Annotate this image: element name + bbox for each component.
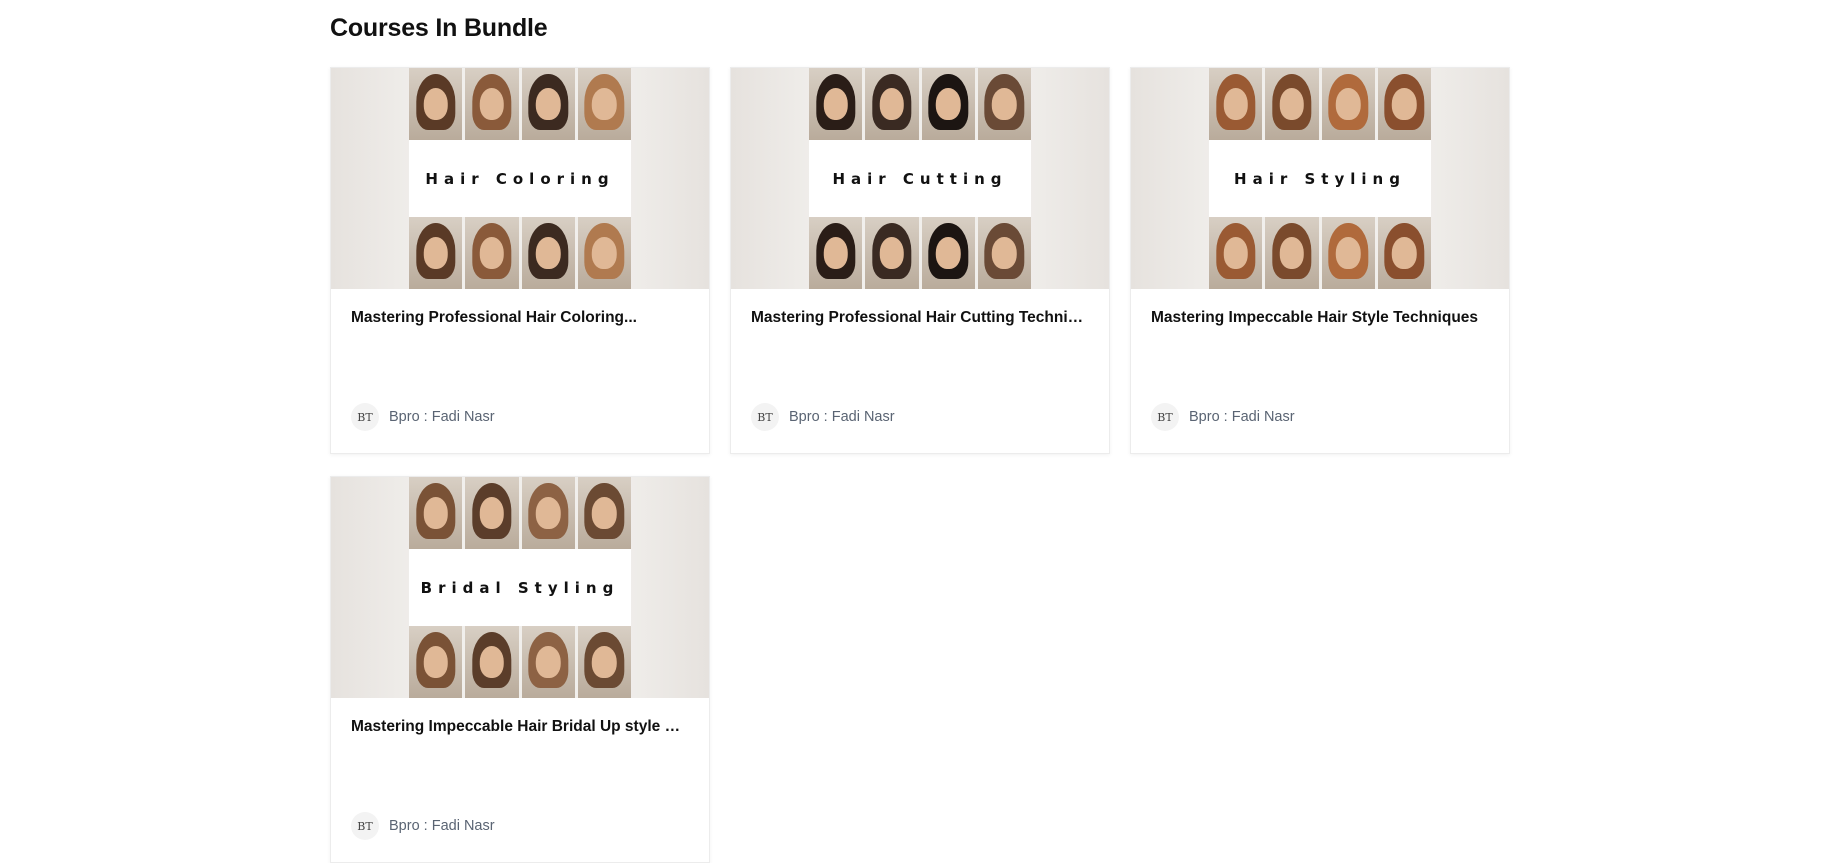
photo-tile	[1209, 68, 1263, 140]
thumbnail-label: Bridal Styling	[420, 578, 620, 597]
photo-tile	[409, 68, 463, 140]
course-author: BT Bpro : Fadi Nasr	[751, 403, 895, 431]
photo-tile	[1321, 217, 1375, 289]
photo-tile	[521, 626, 575, 698]
course-author: BT Bpro : Fadi Nasr	[351, 403, 495, 431]
course-card[interactable]: Hair Styling Mastering Impeccable Hair S…	[1130, 67, 1510, 454]
avatar: BT	[1151, 403, 1179, 431]
course-title[interactable]: Mastering Professional Hair Coloring...	[351, 309, 689, 327]
photo-tile	[921, 68, 975, 140]
photo-tile	[1265, 217, 1319, 289]
avatar: BT	[351, 812, 379, 840]
course-title[interactable]: Mastering Professional Hair Cutting Tech…	[751, 309, 1089, 327]
photo-tile	[465, 68, 519, 140]
photo-tile	[521, 217, 575, 289]
photo-tile	[1377, 217, 1431, 289]
photo-tile	[409, 626, 463, 698]
course-author: BT Bpro : Fadi Nasr	[351, 812, 495, 840]
collage: Hair Cutting	[809, 68, 1031, 289]
thumbnail-label: Hair Coloring	[425, 169, 615, 188]
photo-tile	[409, 217, 463, 289]
photo-tile	[465, 477, 519, 549]
photo-tile	[521, 477, 575, 549]
course-card[interactable]: Hair Coloring Mastering Professional Hai…	[330, 67, 710, 454]
photo-tile	[577, 217, 631, 289]
photo-tile	[865, 68, 919, 140]
thumbnail-label: Hair Cutting	[832, 169, 1008, 188]
course-thumbnail[interactable]: Hair Styling	[1131, 68, 1509, 289]
photo-tile	[409, 477, 463, 549]
author-name: Bpro : Fadi Nasr	[1189, 409, 1295, 425]
photo-tile	[809, 68, 863, 140]
course-card[interactable]: Bridal Styling Mastering Impeccable Hair…	[330, 476, 710, 863]
section-title: Courses In Bundle	[330, 14, 548, 42]
photo-tile	[865, 217, 919, 289]
thumbnail-label: Hair Styling	[1234, 169, 1406, 188]
course-author: BT Bpro : Fadi Nasr	[1151, 403, 1295, 431]
photo-tile	[577, 68, 631, 140]
course-title[interactable]: Mastering Impeccable Hair Bridal Up styl…	[351, 718, 689, 736]
photo-tile	[465, 626, 519, 698]
course-thumbnail[interactable]: Hair Cutting	[731, 68, 1109, 289]
photo-tile	[1321, 68, 1375, 140]
author-name: Bpro : Fadi Nasr	[389, 409, 495, 425]
photo-tile	[977, 68, 1031, 140]
photo-tile	[1265, 68, 1319, 140]
photo-tile	[921, 217, 975, 289]
photo-tile	[977, 217, 1031, 289]
author-name: Bpro : Fadi Nasr	[789, 409, 895, 425]
collage: Hair Styling	[1209, 68, 1431, 289]
author-name: Bpro : Fadi Nasr	[389, 818, 495, 834]
course-thumbnail[interactable]: Hair Coloring	[331, 68, 709, 289]
avatar: BT	[351, 403, 379, 431]
collage: Hair Coloring	[409, 68, 631, 289]
photo-tile	[1209, 217, 1263, 289]
photo-tile	[521, 68, 575, 140]
photo-tile	[809, 217, 863, 289]
course-thumbnail[interactable]: Bridal Styling	[331, 477, 709, 698]
course-title[interactable]: Mastering Impeccable Hair Style Techniqu…	[1151, 309, 1489, 327]
photo-tile	[577, 477, 631, 549]
photo-tile	[465, 217, 519, 289]
course-card[interactable]: Hair Cutting Mastering Professional Hair…	[730, 67, 1110, 454]
collage: Bridal Styling	[409, 477, 631, 698]
photo-tile	[577, 626, 631, 698]
avatar: BT	[751, 403, 779, 431]
photo-tile	[1377, 68, 1431, 140]
